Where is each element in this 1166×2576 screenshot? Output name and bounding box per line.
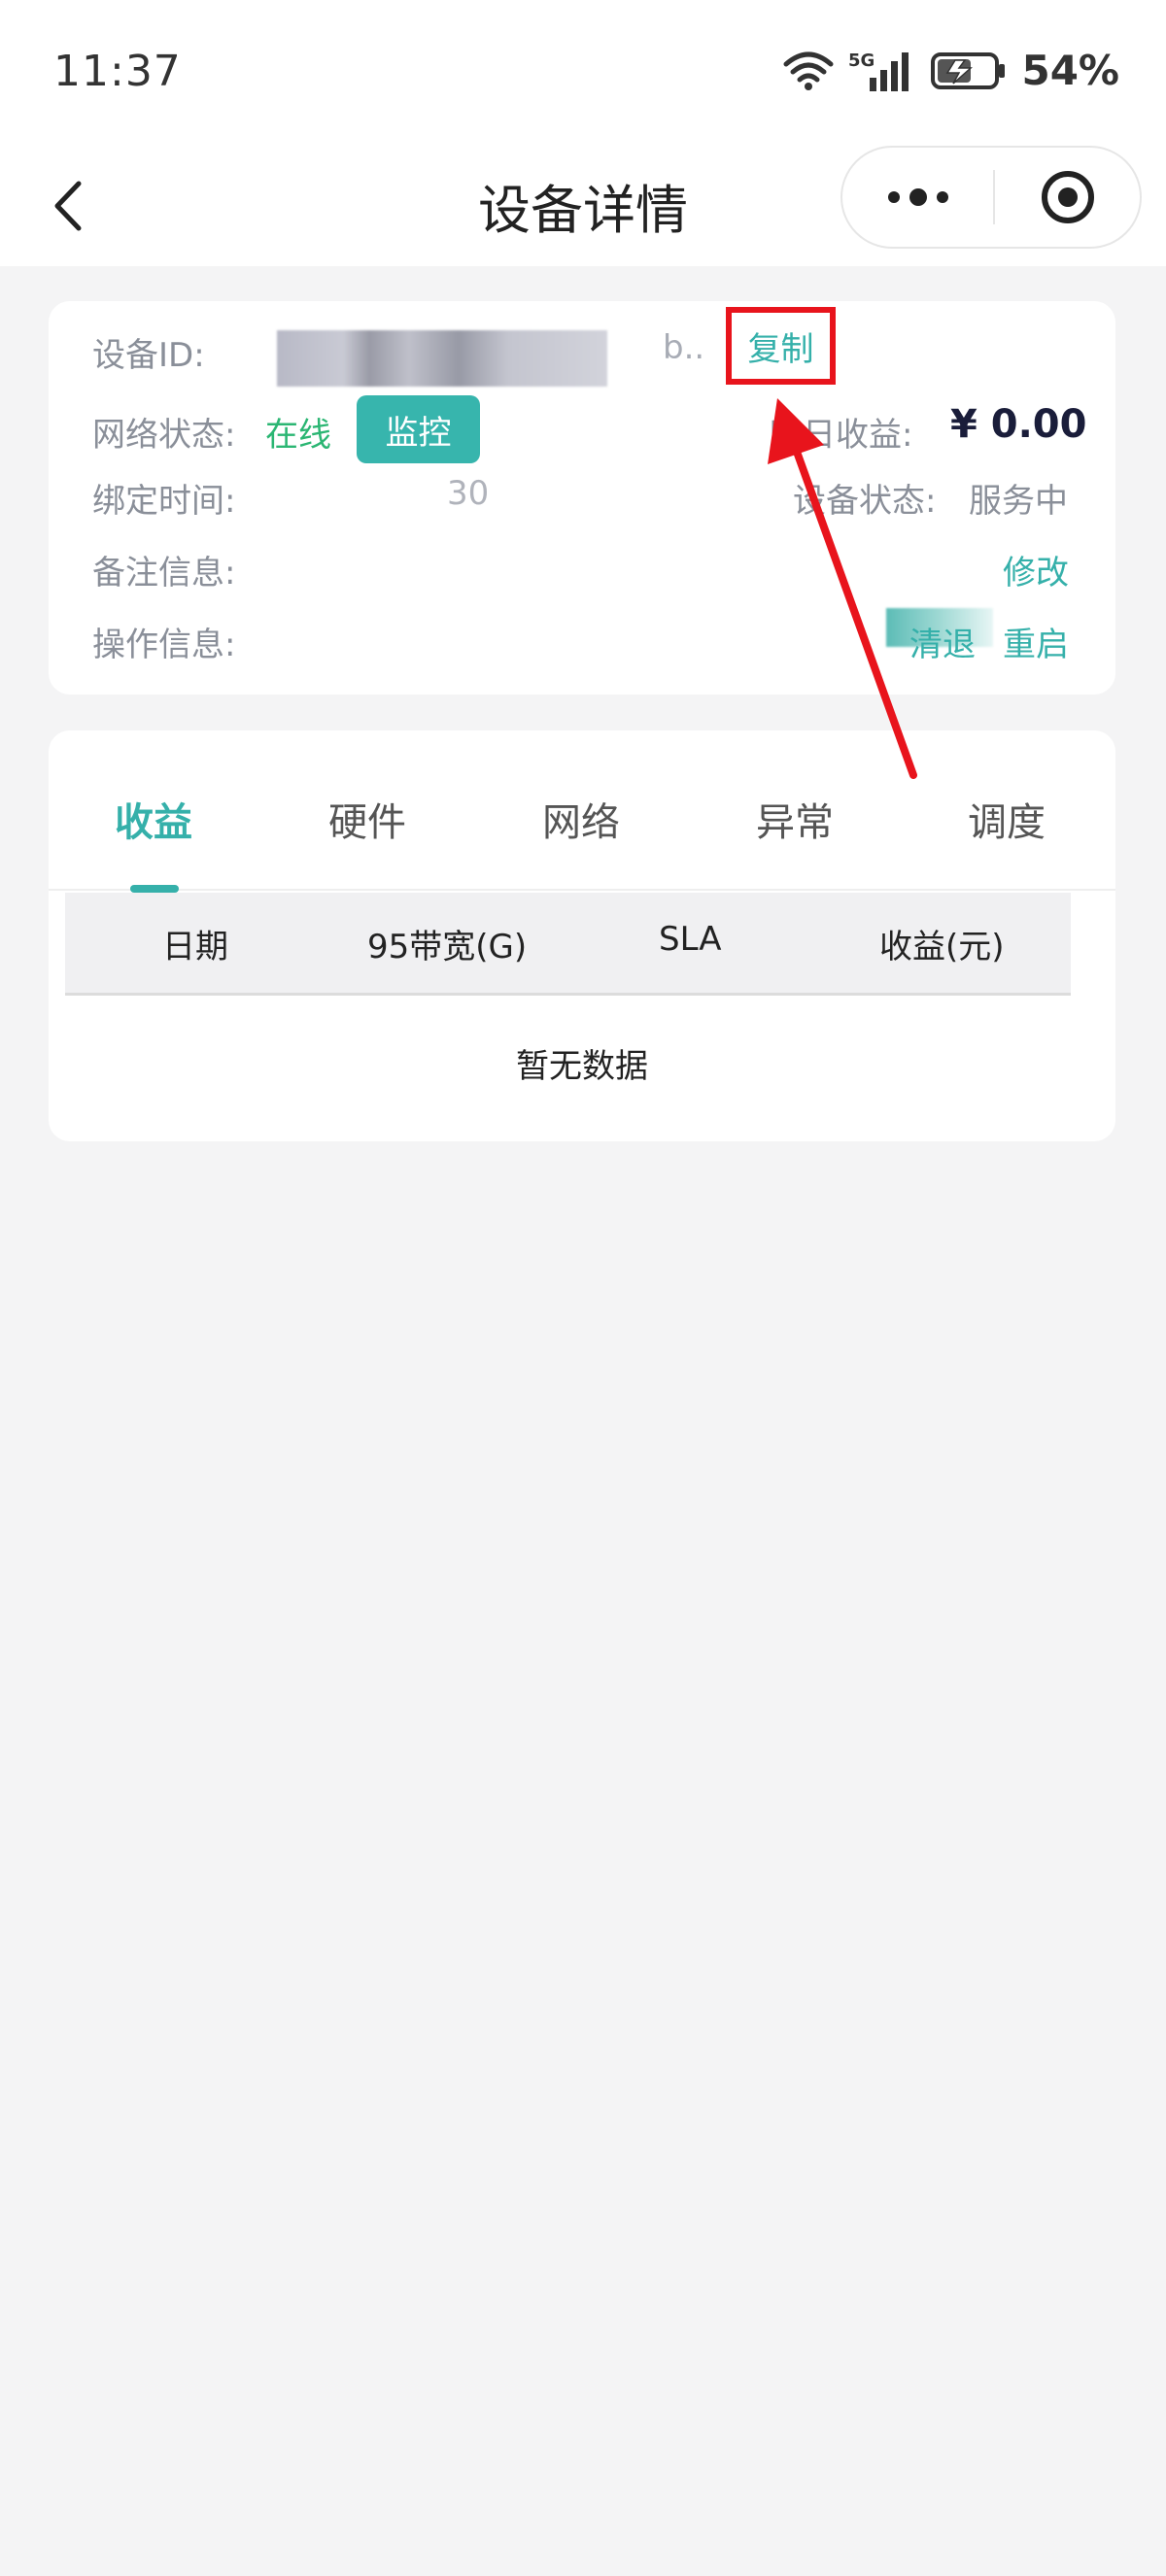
column-sla: SLA xyxy=(659,920,722,959)
records-card: 收益 硬件 网络 异常 调度 日期 95带宽(G) SLA 收益(元) 暂无数据 xyxy=(49,730,1115,1141)
tab-earnings[interactable]: 收益 xyxy=(115,791,192,847)
page: 11:37 5G 54% 设备详情 设备ID: b.. 复制 网络状态: 在线 … xyxy=(0,0,1166,2576)
network-type-label: 5G xyxy=(848,51,874,71)
device-info-card: 设备ID: b.. 复制 网络状态: 在线 监控 昨日收益: ¥ 0.00 绑定… xyxy=(49,301,1115,695)
cellular-signal-icon: 5G xyxy=(848,49,916,93)
more-dots-icon xyxy=(887,188,948,206)
tab-exceptions[interactable]: 异常 xyxy=(756,791,834,847)
device-status-label: 设备状态: xyxy=(793,482,937,521)
battery-charging-icon xyxy=(930,49,1008,93)
edit-remark-button[interactable]: 修改 xyxy=(1003,546,1069,593)
battery-percent: 54% xyxy=(1021,47,1119,94)
monitor-button[interactable]: 监控 xyxy=(357,395,480,463)
copy-label: 复制 xyxy=(747,329,814,369)
active-tab-indicator xyxy=(130,885,179,893)
restart-button[interactable]: 重启 xyxy=(1003,618,1069,665)
navigation-bar: 设备详情 xyxy=(0,146,1166,266)
bind-time-label: 绑定时间: xyxy=(92,482,236,521)
remark-label: 备注信息: xyxy=(92,554,236,593)
tab-scheduling[interactable]: 调度 xyxy=(968,791,1046,847)
device-status-value: 服务中 xyxy=(969,482,1068,521)
device-id-redacted xyxy=(277,330,607,387)
yesterday-earnings-label: 昨日收益: xyxy=(770,416,913,455)
empty-state-text: 暂无数据 xyxy=(516,1047,648,1086)
mini-program-capsule xyxy=(840,146,1142,249)
column-earnings: 收益(元) xyxy=(879,928,1005,966)
clear-button[interactable]: 清退 xyxy=(909,618,976,665)
tabs-divider xyxy=(49,889,1115,891)
status-bar: 11:37 5G 54% xyxy=(0,0,1166,146)
status-icons: 5G 54% xyxy=(782,47,1119,94)
bind-time-value: 30 xyxy=(447,474,490,513)
more-button[interactable] xyxy=(842,148,993,247)
status-time: 11:37 xyxy=(53,47,182,96)
column-date: 日期 xyxy=(162,928,228,966)
wifi-icon xyxy=(782,49,835,93)
tab-hardware[interactable]: 硬件 xyxy=(328,791,406,847)
device-id-suffix: b.. xyxy=(663,328,705,367)
yesterday-earnings-value: ¥ 0.00 xyxy=(950,402,1087,447)
close-target-icon xyxy=(1041,171,1094,223)
table-header: 日期 95带宽(G) SLA 收益(元) xyxy=(65,893,1071,996)
copy-id-button[interactable]: 复制 xyxy=(726,307,836,385)
tab-network[interactable]: 网络 xyxy=(542,791,620,847)
device-id-label: 设备ID: xyxy=(92,336,205,375)
network-status-label: 网络状态: xyxy=(92,416,236,455)
column-bandwidth: 95带宽(G) xyxy=(367,928,528,966)
monitor-label: 监控 xyxy=(385,413,452,453)
close-mini-program-button[interactable] xyxy=(995,148,1140,247)
network-status-value: 在线 xyxy=(265,416,331,455)
operation-label: 操作信息: xyxy=(92,626,236,664)
